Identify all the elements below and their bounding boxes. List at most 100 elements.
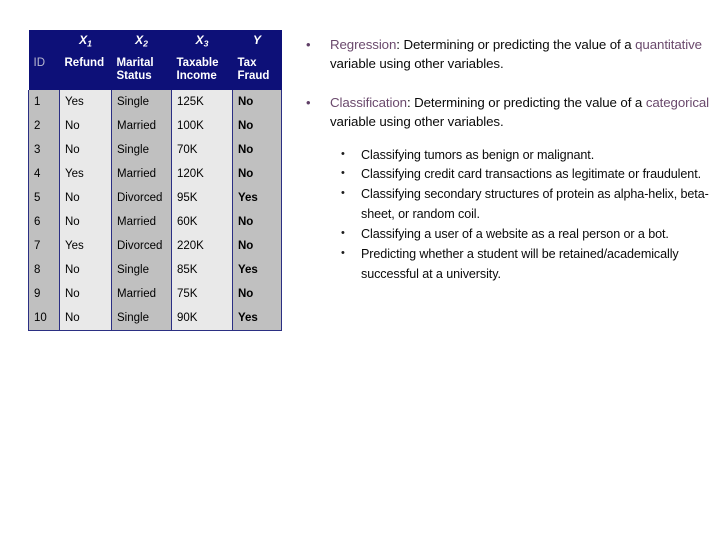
cell-marital: Single bbox=[111, 90, 172, 115]
cell-fraud: No bbox=[232, 138, 282, 163]
sub-bullet-marker-icon: • bbox=[341, 147, 345, 160]
cell-id: 5 bbox=[28, 186, 60, 211]
classification-tail: variable using other variables. bbox=[330, 113, 504, 129]
table-row: 4 Yes Married 120K No bbox=[28, 162, 282, 187]
table-header: X1 X2 X3 Y ID Refund Marital Status Taxa… bbox=[28, 30, 282, 91]
table-row: 1 Yes Single 125K No bbox=[28, 90, 282, 115]
list-item-label: Classifying secondary structures of prot… bbox=[361, 187, 709, 222]
cell-marital: Single bbox=[111, 258, 172, 283]
definitions-text-column: • Regression: Determining or predicting … bbox=[303, 36, 720, 285]
list-item-label: Predicting whether a student will be ret… bbox=[361, 246, 679, 281]
cell-refund: No bbox=[59, 114, 112, 139]
cell-id: 6 bbox=[28, 210, 60, 235]
cell-income: 220K bbox=[171, 234, 233, 259]
cell-id: 9 bbox=[28, 282, 60, 307]
cell-refund: No bbox=[59, 186, 112, 211]
bullet-regression-text: Regression: Determining or predicting th… bbox=[330, 36, 720, 74]
cell-fraud: No bbox=[232, 90, 282, 115]
list-item: • Classifying secondary structures of pr… bbox=[339, 185, 720, 225]
list-item: • Classifying tumors as benign or malign… bbox=[339, 146, 720, 166]
column-header-refund: Refund bbox=[59, 51, 112, 91]
cell-refund: No bbox=[59, 282, 112, 307]
table-row: 6 No Married 60K No bbox=[28, 210, 282, 235]
bullet-classification-text: Classification: Determining or predictin… bbox=[330, 94, 720, 132]
cell-marital: Married bbox=[111, 162, 172, 187]
cell-id: 3 bbox=[28, 138, 60, 163]
cell-marital: Single bbox=[111, 138, 172, 163]
cell-fraud: Yes bbox=[232, 258, 282, 283]
classification-examples-list: • Classifying tumors as benign or malign… bbox=[339, 146, 720, 285]
cell-refund: No bbox=[59, 210, 112, 235]
cell-refund: Yes bbox=[59, 162, 112, 187]
cell-refund: No bbox=[59, 258, 112, 283]
variable-label-x2: X2 bbox=[111, 30, 172, 52]
cell-fraud: Yes bbox=[232, 186, 282, 211]
cell-refund: No bbox=[59, 306, 112, 331]
cell-income: 70K bbox=[171, 138, 233, 163]
cell-fraud: No bbox=[232, 114, 282, 139]
table-body: 1 Yes Single 125K No 2 No Married 100K N… bbox=[28, 90, 282, 331]
sub-bullet-marker-icon: • bbox=[341, 167, 345, 180]
cell-fraud: No bbox=[232, 210, 282, 235]
emphasis-categorical: categorical bbox=[645, 94, 710, 110]
cell-refund: Yes bbox=[59, 234, 112, 259]
tax-fraud-dataset-table: X1 X2 X3 Y ID Refund Marital Status Taxa… bbox=[28, 30, 282, 331]
cell-fraud: No bbox=[232, 234, 282, 259]
bullet-classification: • Classification: Determining or predict… bbox=[303, 94, 720, 132]
cell-id: 2 bbox=[28, 114, 60, 139]
classification-after-term: : Determining or predicting the value of… bbox=[406, 94, 646, 110]
regression-tail: variable using other variables. bbox=[330, 55, 504, 71]
cell-marital: Married bbox=[111, 210, 172, 235]
cell-income: 60K bbox=[171, 210, 233, 235]
cell-id: 7 bbox=[28, 234, 60, 259]
list-item-label: Classifying credit card transactions as … bbox=[361, 167, 701, 182]
emphasis-quantitative: quantitative bbox=[635, 37, 702, 52]
variable-label-row: X1 X2 X3 Y bbox=[28, 30, 282, 52]
cell-marital: Married bbox=[111, 114, 172, 139]
variable-label-y: Y bbox=[232, 30, 282, 52]
table-row: 3 No Single 70K No bbox=[28, 138, 282, 163]
regression-after-term: : Determining or predicting the value of… bbox=[396, 37, 636, 52]
cell-income: 85K bbox=[171, 258, 233, 283]
cell-fraud: Yes bbox=[232, 306, 282, 331]
table-row: 7 Yes Divorced 220K No bbox=[28, 234, 282, 259]
term-classification: Classification bbox=[330, 94, 407, 110]
bullet-marker-icon: • bbox=[306, 37, 311, 52]
table-row: 5 No Divorced 95K Yes bbox=[28, 186, 282, 211]
cell-income: 75K bbox=[171, 282, 233, 307]
cell-income: 95K bbox=[171, 186, 233, 211]
list-item: • Classifying credit card transactions a… bbox=[339, 165, 720, 185]
variable-label-blank bbox=[28, 30, 60, 52]
dataset-table-container: X1 X2 X3 Y ID Refund Marital Status Taxa… bbox=[28, 30, 282, 331]
cell-income: 90K bbox=[171, 306, 233, 331]
bullet-regression: • Regression: Determining or predicting … bbox=[303, 36, 720, 74]
cell-id: 8 bbox=[28, 258, 60, 283]
list-item-label: Classifying tumors as benign or malignan… bbox=[361, 147, 595, 162]
list-item: • Classifying a user of a website as a r… bbox=[339, 225, 720, 245]
bullet-marker-icon: • bbox=[306, 94, 311, 110]
cell-income: 125K bbox=[171, 90, 233, 115]
slide-canvas: X1 X2 X3 Y ID Refund Marital Status Taxa… bbox=[0, 0, 720, 540]
column-header-taxable-income: Taxable Income bbox=[171, 51, 233, 91]
cell-marital: Divorced bbox=[111, 234, 172, 259]
column-header-id: ID bbox=[28, 51, 60, 91]
cell-fraud: No bbox=[232, 282, 282, 307]
table-row: 10 No Single 90K Yes bbox=[28, 306, 282, 331]
cell-income: 100K bbox=[171, 114, 233, 139]
table-row: 8 No Single 85K Yes bbox=[28, 258, 282, 283]
list-item: • Predicting whether a student will be r… bbox=[339, 245, 720, 285]
cell-fraud: No bbox=[232, 162, 282, 187]
sub-bullet-marker-icon: • bbox=[341, 227, 345, 240]
table-row: 9 No Married 75K No bbox=[28, 282, 282, 307]
list-item-label: Classifying a user of a website as a rea… bbox=[361, 227, 669, 242]
sub-bullet-marker-icon: • bbox=[341, 246, 345, 259]
cell-id: 4 bbox=[28, 162, 60, 187]
column-header-tax-fraud: Tax Fraud bbox=[232, 51, 282, 91]
cell-income: 120K bbox=[171, 162, 233, 187]
cell-marital: Single bbox=[111, 306, 172, 331]
cell-marital: Married bbox=[111, 282, 172, 307]
cell-id: 1 bbox=[28, 90, 60, 115]
cell-marital: Divorced bbox=[111, 186, 172, 211]
column-name-row: ID Refund Marital Status Taxable Income bbox=[28, 51, 282, 91]
term-regression: Regression bbox=[330, 37, 397, 52]
